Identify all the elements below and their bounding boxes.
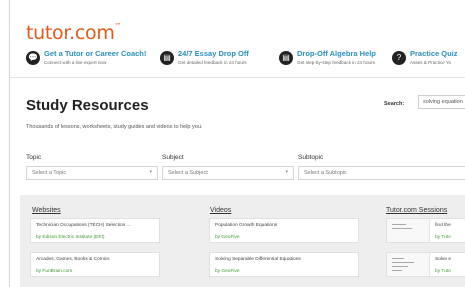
search-input[interactable]: solving equation	[418, 95, 465, 109]
document-icon: ▤	[160, 51, 174, 65]
list-item[interactable]: Solving Separable Differential Equations…	[209, 252, 359, 277]
subtopic-label: Subtopic	[298, 154, 324, 161]
search-label: Search:	[384, 101, 405, 107]
list-item[interactable]: Arcades, Games, Books & Comics by FunBra…	[30, 252, 160, 277]
subject-label: Subject	[162, 154, 184, 161]
websites-heading[interactable]: Websites	[32, 207, 61, 214]
promo-title: 24/7 Essay Drop Off	[178, 49, 249, 58]
session-thumbnail	[387, 253, 430, 276]
list-item[interactable]: Population Growth Equations by GeoFive	[209, 218, 359, 243]
subject-select[interactable]: Select a Subject ▾	[162, 166, 294, 180]
promo-title: Drop-Off Algebra Help	[297, 49, 376, 58]
page-frame: tutor.com™ 💬 Get a Tutor or Career Coach…	[9, 0, 465, 287]
list-item[interactable]: find the by Tuto	[386, 218, 465, 243]
promo-bar: 💬 Get a Tutor or Career Coach! Connect w…	[10, 44, 465, 74]
divider	[10, 77, 465, 78]
promo-subtitle: Get detailed feedback in 24 hours	[178, 60, 247, 65]
videos-heading[interactable]: Videos	[210, 207, 231, 214]
chat-bubble-icon: 💬	[26, 51, 40, 65]
promo-subtitle: Asses & Practice Yo	[410, 60, 452, 65]
document-icon: ▤	[279, 51, 293, 65]
list-item[interactable]: Solve e by Tuto	[386, 252, 465, 277]
promo-subtitle: Get step-by-step feedback in 24 hours	[297, 60, 375, 65]
promo-title: Get a Tutor or Career Coach!	[44, 49, 147, 58]
topic-select[interactable]: Select a Topic ▾	[26, 166, 158, 180]
sessions-heading[interactable]: Tutor.com Sessions	[386, 207, 447, 214]
chevron-down-icon: ▾	[285, 169, 288, 175]
page-subtitle: Thousands of lessons, worksheets, study …	[26, 124, 203, 130]
tutor-logo[interactable]: tutor.com™	[26, 22, 122, 44]
list-item[interactable]: Technician Occupations (TECH) Selection …	[30, 218, 160, 243]
page-title: Study Resources	[26, 97, 149, 114]
promo-subtitle: Connect with a live expert now	[44, 60, 107, 65]
topic-label: Topic	[26, 154, 42, 161]
session-thumbnail	[387, 219, 430, 242]
question-icon: ?	[392, 51, 406, 65]
promo-title: Practice Quiz	[410, 49, 458, 58]
subtopic-select[interactable]: Select a Subtopic	[298, 166, 465, 180]
chevron-down-icon: ▾	[149, 169, 152, 175]
